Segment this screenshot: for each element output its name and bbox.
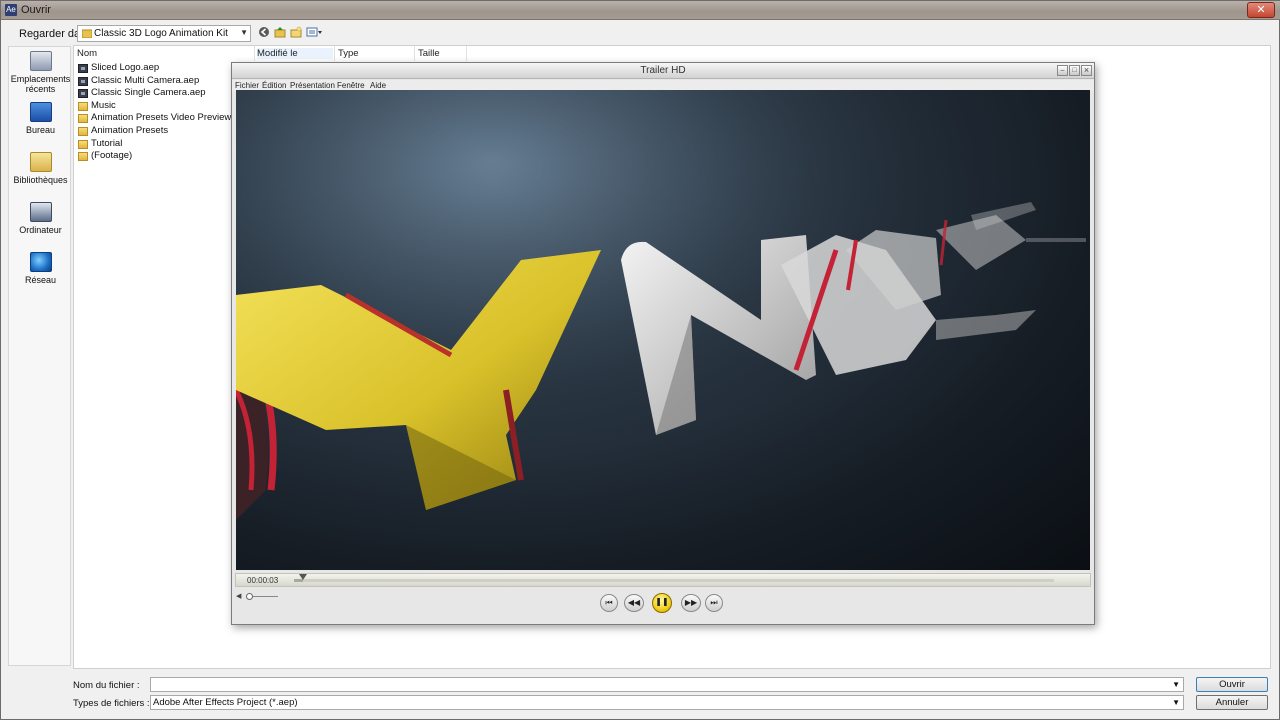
- fast-forward-icon[interactable]: ▶▶: [681, 594, 701, 612]
- computer-icon: [29, 202, 52, 222]
- maximize-icon[interactable]: □: [1069, 65, 1080, 76]
- navigation-toolbar: [257, 26, 323, 40]
- menu-edit[interactable]: Édition: [262, 81, 286, 90]
- look-in-value: Classic 3D Logo Animation Kit: [94, 28, 228, 39]
- place-label: Emplacements récents: [10, 74, 71, 94]
- column-divider[interactable]: [466, 46, 467, 61]
- column-header-type[interactable]: Type: [338, 48, 359, 59]
- logo-animation-frame: [236, 90, 1090, 570]
- filetype-value: Adobe After Effects Project (*.aep): [153, 697, 298, 708]
- column-header-size[interactable]: Taille: [418, 48, 440, 59]
- folder-row[interactable]: Animation Presets: [78, 125, 236, 138]
- file-name: Classic Multi Camera.aep: [91, 74, 200, 86]
- filename-input[interactable]: ▼: [150, 677, 1184, 692]
- look-in-combobox[interactable]: Classic 3D Logo Animation Kit ▼: [77, 25, 251, 42]
- cancel-button[interactable]: Annuler: [1196, 695, 1268, 710]
- folder-icon: [78, 152, 88, 162]
- network-icon: [29, 252, 52, 272]
- place-computer[interactable]: Ordinateur: [9, 202, 72, 235]
- up-folder-icon[interactable]: [273, 26, 286, 40]
- filetype-label: Types de fichiers :: [73, 698, 150, 709]
- file-row[interactable]: Classic Single Camera.aep: [78, 87, 236, 100]
- new-folder-icon[interactable]: [289, 26, 302, 40]
- chevron-down-icon[interactable]: ▼: [240, 28, 248, 37]
- place-label: Ordinateur: [19, 225, 62, 235]
- file-name: Classic Single Camera.aep: [91, 87, 206, 99]
- transport-controls: ⏮ ◀◀ ❚❚ ▶▶ ⏭: [232, 591, 1094, 619]
- place-recent[interactable]: Emplacements récents: [9, 51, 72, 94]
- chevron-down-icon[interactable]: ▼: [1172, 680, 1180, 689]
- skip-to-end-icon[interactable]: ⏭: [705, 594, 723, 612]
- video-player-window: Trailer HD – □ × Fichier Édition Présent…: [231, 62, 1095, 625]
- file-row[interactable]: Sliced Logo.aep: [78, 62, 236, 75]
- place-label: Réseau: [24, 275, 57, 285]
- folder-name: Animation Presets Video Previews: [91, 112, 237, 124]
- column-header-name[interactable]: Nom: [77, 48, 97, 59]
- pause-icon[interactable]: ❚❚: [652, 593, 672, 613]
- column-header-modified[interactable]: Modifié le: [257, 48, 333, 59]
- filetype-select[interactable]: Adobe After Effects Project (*.aep) ▼: [150, 695, 1184, 710]
- file-name: Sliced Logo.aep: [91, 62, 160, 73]
- dialog-close-button[interactable]: ✕: [1247, 2, 1275, 18]
- aep-file-icon: [78, 89, 88, 99]
- libraries-icon: [29, 152, 52, 172]
- player-titlebar[interactable]: Trailer HD – □ ×: [232, 63, 1094, 79]
- recent-places-icon: [29, 51, 52, 71]
- aep-file-icon: [78, 64, 88, 73]
- player-title: Trailer HD: [640, 65, 686, 76]
- video-frame[interactable]: [236, 90, 1090, 570]
- folder-icon: [78, 126, 88, 136]
- minimize-icon[interactable]: –: [1057, 65, 1068, 76]
- timeline-bar[interactable]: 00:00:03: [235, 573, 1091, 587]
- folder-icon: [78, 139, 88, 149]
- dialog-titlebar: Ae Ouvrir ✕: [1, 1, 1280, 20]
- desktop-icon: [29, 102, 52, 122]
- menu-window[interactable]: Fenêtre: [337, 81, 365, 90]
- folder-icon: [78, 101, 88, 111]
- dialog-title: Ouvrir: [21, 4, 51, 16]
- close-icon[interactable]: ×: [1081, 65, 1092, 76]
- file-row[interactable]: Classic Multi Camera.aep: [78, 75, 236, 88]
- aep-file-icon: [78, 76, 88, 86]
- folder-row[interactable]: Tutorial: [78, 138, 236, 151]
- menu-file[interactable]: Fichier: [235, 81, 259, 90]
- folder-name: Tutorial: [91, 137, 123, 149]
- app-icon: Ae: [5, 4, 17, 16]
- folder-name: Music: [91, 99, 116, 111]
- folder-row[interactable]: Animation Presets Video Previews: [78, 112, 236, 125]
- column-divider[interactable]: [254, 46, 255, 61]
- folder-row[interactable]: Music: [78, 100, 236, 113]
- folder-icon: [78, 114, 88, 124]
- current-timecode: 00:00:03: [247, 576, 279, 585]
- filename-label: Nom du fichier :: [73, 680, 140, 691]
- rewind-icon[interactable]: ◀◀: [624, 594, 644, 612]
- folder-name: (Footage): [91, 150, 133, 162]
- folder-row[interactable]: (Footage): [78, 150, 236, 163]
- places-bar: Emplacements récents Bureau Bibliothèque…: [8, 46, 71, 666]
- column-divider[interactable]: [414, 46, 415, 61]
- skip-to-start-icon[interactable]: ⏮: [600, 594, 618, 612]
- column-headers: Nom Modifié le Type Taille: [74, 46, 1270, 61]
- open-button[interactable]: Ouvrir: [1196, 677, 1268, 692]
- view-menu-icon[interactable]: [305, 26, 323, 40]
- place-label: Bureau: [25, 125, 56, 135]
- back-icon[interactable]: [257, 26, 270, 40]
- playhead-handle[interactable]: [299, 574, 308, 580]
- file-rows: Sliced Logo.aep Classic Multi Camera.aep…: [78, 62, 236, 163]
- timeline-track[interactable]: [294, 579, 1054, 582]
- place-network[interactable]: Réseau: [9, 252, 72, 285]
- menu-help[interactable]: Aide: [370, 81, 386, 90]
- place-desktop[interactable]: Bureau: [9, 102, 72, 135]
- place-libraries[interactable]: Bibliothèques: [9, 152, 72, 185]
- column-divider[interactable]: [334, 46, 335, 61]
- place-label: Bibliothèques: [13, 175, 68, 185]
- folder-name: Animation Presets: [91, 124, 169, 136]
- chevron-down-icon[interactable]: ▼: [1172, 698, 1180, 707]
- folder-icon: [81, 29, 93, 41]
- menu-view[interactable]: Présentation: [290, 81, 335, 90]
